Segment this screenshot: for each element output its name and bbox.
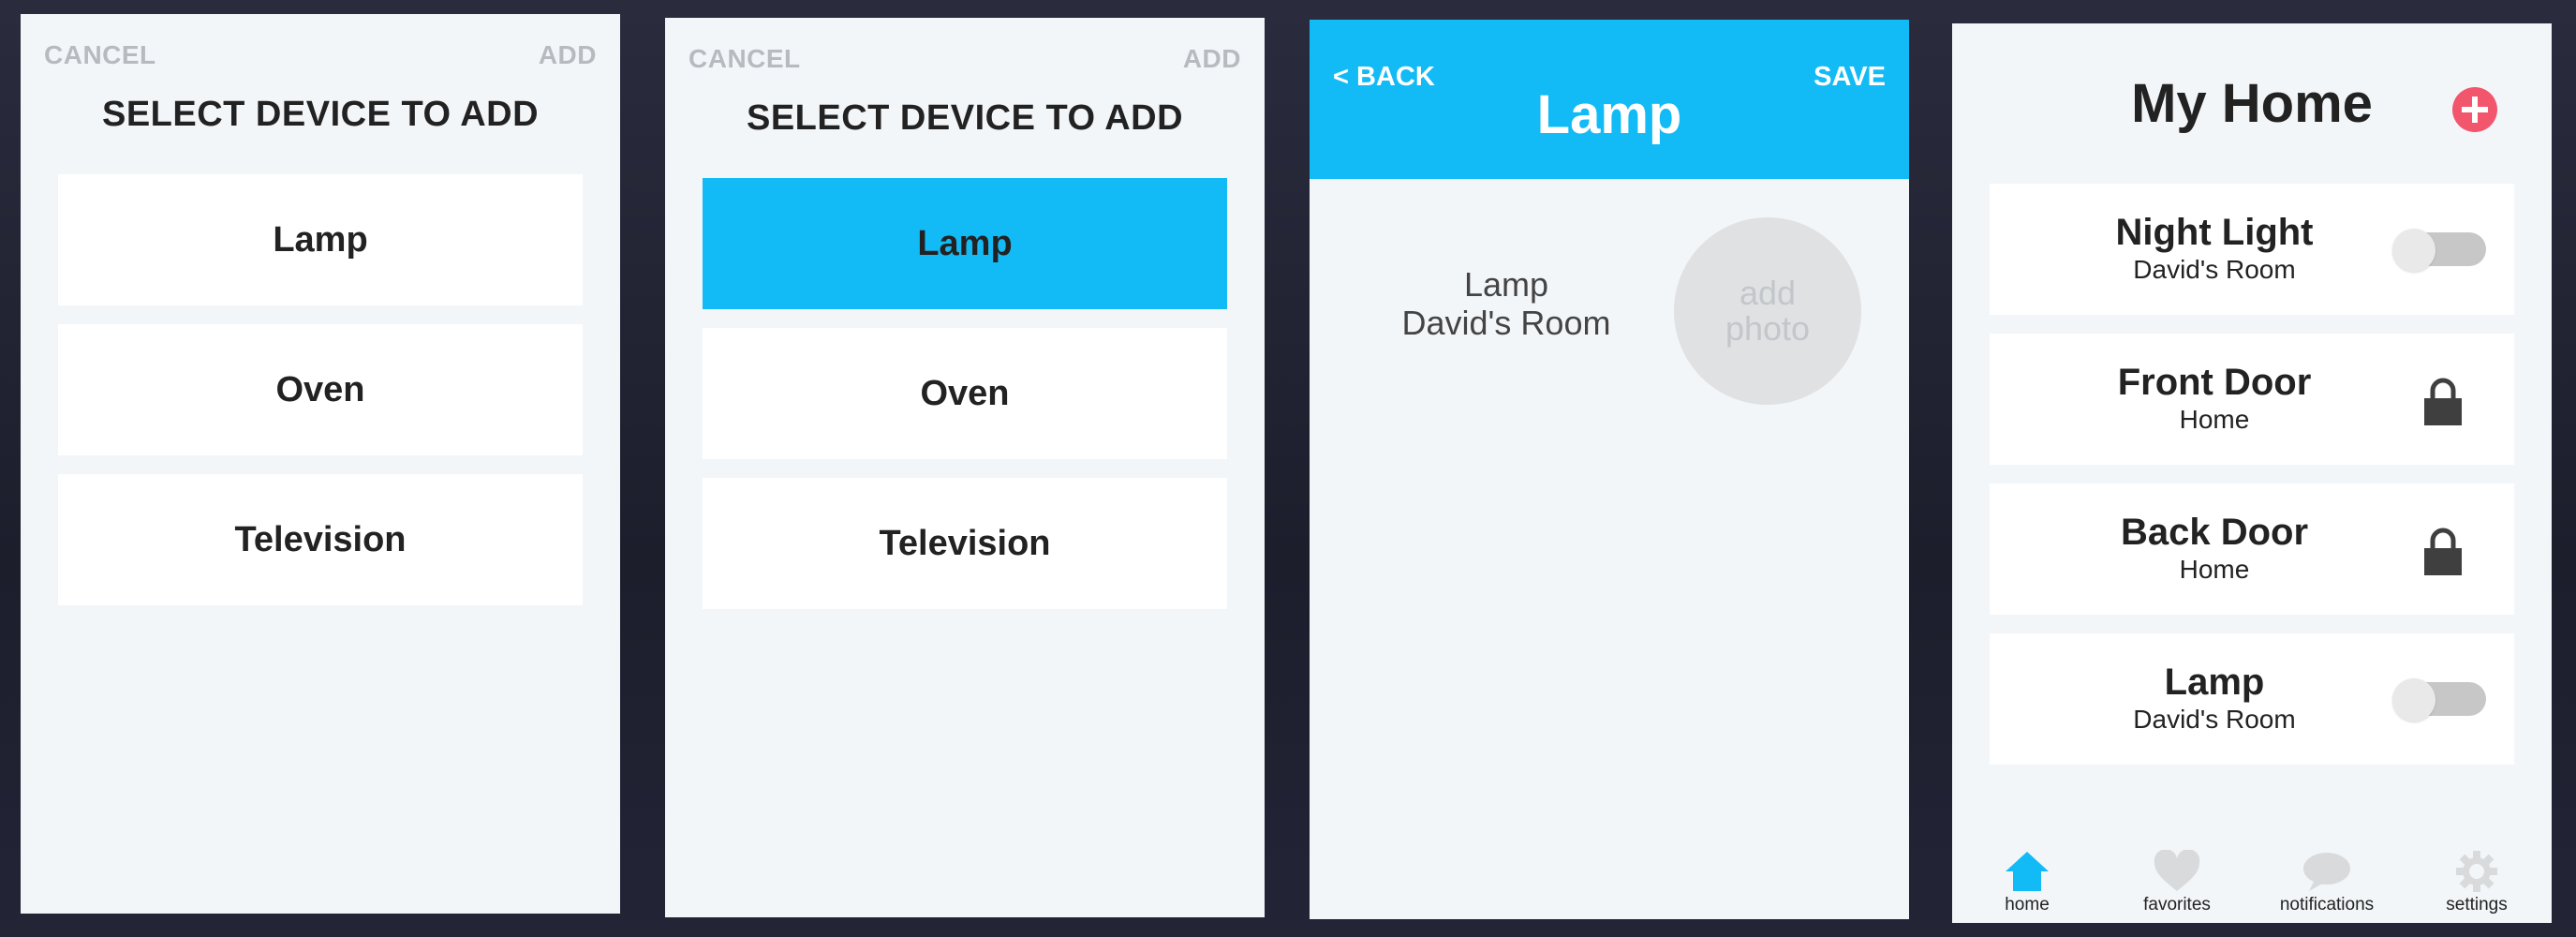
nav-item-favorites[interactable]: favorites — [2102, 839, 2252, 923]
device-option-television[interactable]: Television — [58, 474, 583, 605]
plus-circle-icon[interactable] — [2452, 87, 2497, 132]
device-name: Lamp — [1463, 265, 1549, 304]
add-photo-label-line2: photo — [1725, 309, 1811, 348]
device-detail-screen: < BACK SAVE Lamp Lamp David's Room add p… — [1310, 20, 1909, 919]
device-location: David's Room — [2133, 705, 2296, 734]
device-option-oven[interactable]: Oven — [703, 328, 1227, 459]
nav-label: settings — [2446, 895, 2508, 915]
device-info: Lamp David's Room — [1366, 265, 1647, 342]
toggle-switch[interactable] — [2392, 678, 2486, 721]
add-photo-label-line1: add — [1739, 274, 1797, 312]
list-item[interactable]: Back Door Home — [1990, 483, 2514, 615]
device-name: Night Light — [2115, 212, 2314, 253]
my-home-screen: My Home Night Light David's Room Front D… — [1952, 23, 2552, 923]
device-location: David's Room — [2133, 255, 2296, 284]
device-list: Lamp Oven Television — [58, 174, 583, 624]
device-option-television[interactable]: Television — [703, 478, 1227, 609]
select-device-screen-selected: CANCEL ADD SELECT DEVICE TO ADD Lamp Ove… — [665, 18, 1265, 917]
lock-icon[interactable] — [2422, 377, 2464, 425]
toggle-switch[interactable] — [2392, 229, 2486, 272]
device-name: Front Door — [2117, 362, 2312, 403]
lock-icon[interactable] — [2422, 527, 2464, 575]
nav-item-notifications[interactable]: notifications — [2252, 839, 2402, 923]
device-option-lamp[interactable]: Lamp — [58, 174, 583, 305]
cancel-button[interactable]: CANCEL — [44, 40, 156, 70]
nav-label: home — [2005, 895, 2050, 915]
list-item[interactable]: Front Door Home — [1990, 334, 2514, 465]
add-button[interactable]: ADD — [1183, 44, 1241, 74]
page-title: Lamp — [1536, 84, 1682, 145]
select-device-screen: CANCEL ADD SELECT DEVICE TO ADD Lamp Ove… — [21, 14, 620, 914]
device-name: Back Door — [2120, 512, 2309, 553]
speech-bubble-icon — [2303, 853, 2350, 891]
list-item[interactable]: Lamp David's Room — [1990, 633, 2514, 765]
cancel-button[interactable]: CANCEL — [688, 44, 801, 74]
nav-label: notifications — [2279, 895, 2375, 915]
bottom-nav: home favorites notifications settings — [1952, 839, 2552, 923]
toggle-knob — [2392, 678, 2435, 721]
detail-header: < BACK SAVE Lamp — [1310, 20, 1909, 179]
home-device-list: Night Light David's Room Front Door Home… — [1990, 184, 2514, 783]
device-list: Lamp Oven Television — [703, 178, 1227, 628]
device-option-lamp-selected[interactable]: Lamp — [703, 178, 1227, 309]
add-photo-button[interactable]: add photo — [1674, 217, 1861, 405]
device-room: David's Room — [1401, 304, 1611, 342]
list-item[interactable]: Night Light David's Room — [1990, 184, 2514, 315]
nav-item-settings[interactable]: settings — [2402, 839, 2552, 923]
device-option-oven[interactable]: Oven — [58, 324, 583, 455]
add-button[interactable]: ADD — [539, 40, 597, 70]
nav-label: favorites — [2143, 895, 2211, 915]
gear-icon — [2456, 851, 2497, 892]
device-name: Lamp — [2164, 662, 2265, 703]
nav-item-home[interactable]: home — [1952, 839, 2102, 923]
home-icon — [2006, 852, 2049, 891]
heart-icon — [2154, 850, 2200, 891]
device-location: Home — [2179, 405, 2250, 434]
page-title: SELECT DEVICE TO ADD — [746, 98, 1184, 138]
device-location: Home — [2179, 555, 2250, 584]
toggle-knob — [2392, 229, 2435, 272]
page-title: SELECT DEVICE TO ADD — [101, 95, 540, 134]
